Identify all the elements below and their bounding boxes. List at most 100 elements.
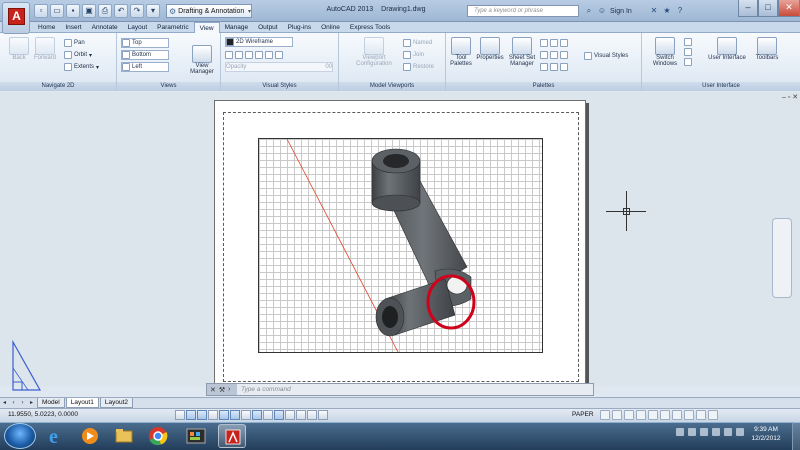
sign-in-button[interactable]: Sign In (610, 8, 646, 15)
save-as-icon[interactable]: ▣ (82, 4, 96, 18)
flag-icon[interactable] (688, 428, 696, 436)
markup-icon[interactable] (560, 39, 568, 47)
maximize-button[interactable]: □ (758, 0, 778, 17)
clean-screen-icon[interactable] (696, 410, 706, 420)
show-desktop-button[interactable] (792, 422, 800, 450)
layout-tab-model[interactable]: Model (37, 398, 65, 408)
otrack-toggle[interactable] (252, 410, 262, 420)
media-center-icon[interactable] (182, 424, 210, 448)
wrench-icon[interactable]: ⚒ (219, 386, 225, 394)
navigation-bar[interactable] (772, 218, 792, 298)
command-line[interactable]: ✕ ⚒ › Type a command (206, 383, 594, 396)
last-tab-icon[interactable]: ▸ (27, 399, 36, 408)
face-color-icon[interactable] (255, 51, 263, 59)
layout-tab-layout2[interactable]: Layout2 (99, 398, 133, 408)
internet-explorer-icon[interactable]: e (42, 424, 70, 448)
network-icon[interactable] (700, 428, 708, 436)
view-left[interactable]: Left (121, 62, 169, 72)
pan-button[interactable]: Pan (64, 38, 85, 48)
shadows-icon[interactable] (235, 51, 243, 59)
file-explorer-icon[interactable] (110, 424, 138, 448)
tab-view[interactable]: View (193, 22, 220, 33)
minimize-button[interactable]: – (738, 0, 758, 17)
quick-calc-icon[interactable] (550, 51, 558, 59)
ribbon-restore-icon[interactable]: – ▫ ✕ (782, 93, 798, 101)
advanced-render-icon[interactable] (550, 63, 558, 71)
search-input[interactable]: Type a keyword or phrase (467, 5, 579, 17)
show-hidden-icons-icon[interactable] (676, 428, 684, 436)
workspace-switching-icon[interactable] (648, 410, 658, 420)
command-line-icon[interactable] (540, 51, 548, 59)
first-tab-icon[interactable]: ◂ (0, 399, 9, 408)
hardware-acceleration-icon[interactable] (672, 410, 682, 420)
tile-vertical-icon[interactable] (684, 48, 692, 56)
system-clock[interactable]: 9:39 AM 12/2/2012 (742, 425, 790, 443)
tool-palettes-button[interactable]: Tool Palettes (448, 37, 474, 67)
tab-insert[interactable]: Insert (60, 22, 86, 33)
maximize-viewport-icon[interactable] (600, 410, 610, 420)
redo-icon[interactable]: ↷ (130, 4, 144, 18)
exchange-icon[interactable]: ✕ (649, 6, 659, 16)
lock-icon[interactable] (660, 410, 670, 420)
help-icon[interactable]: ? (675, 6, 685, 16)
dyn-toggle[interactable] (274, 410, 284, 420)
snap-toggle[interactable] (186, 410, 196, 420)
tab-parametric[interactable]: Parametric (152, 22, 193, 33)
edge-effects-icon[interactable] (245, 51, 253, 59)
view-manager-button[interactable]: View Manager (185, 45, 219, 75)
annotation-visibility-icon[interactable] (636, 410, 646, 420)
customize-qat-icon[interactable]: ▾ (146, 4, 160, 18)
user-interface-button[interactable]: User Interface (708, 37, 746, 61)
polar-toggle[interactable] (219, 410, 229, 420)
ortho-toggle[interactable] (208, 410, 218, 420)
annotation-scale-icon[interactable] (624, 410, 634, 420)
open-file-icon[interactable]: ▭ (50, 4, 64, 18)
restore-viewports-button[interactable]: Restore (403, 62, 434, 72)
switch-windows-button[interactable]: Switch Windows (648, 37, 682, 67)
status-menu-icon[interactable] (708, 410, 718, 420)
back-button[interactable]: Back (6, 37, 32, 61)
lineweight-toggle[interactable] (285, 410, 295, 420)
extents-button[interactable]: Extents ▾ (64, 62, 99, 72)
design-center-icon[interactable] (550, 39, 558, 47)
xray-icon[interactable] (225, 51, 233, 59)
toolbars-button[interactable]: Toolbars (752, 37, 782, 61)
star-icon[interactable]: ★ (662, 6, 672, 16)
properties-button[interactable]: Properties (474, 37, 506, 61)
materials-browser-icon[interactable] (560, 63, 568, 71)
tab-annotate[interactable]: Annotate (87, 22, 123, 33)
user-icon[interactable]: ☺ (597, 6, 607, 16)
visual-style-dropdown[interactable]: 2D Wireframe (225, 37, 293, 47)
plot-icon[interactable]: ⎙ (98, 4, 112, 18)
cascade-icon[interactable] (684, 58, 692, 66)
viewport-configuration-button[interactable]: Viewport Configuration (345, 37, 403, 67)
join-viewports-button[interactable]: Join (403, 50, 424, 60)
tab-manage[interactable]: Manage (220, 22, 254, 33)
layer-properties-icon[interactable] (540, 39, 548, 47)
coordinate-display[interactable]: 11.9550, 5.0223, 0.0000 (8, 411, 78, 418)
sphere-icon[interactable] (275, 51, 283, 59)
next-tab-icon[interactable]: › (18, 399, 27, 408)
sheet-set-manager-button[interactable]: Sheet Set Manager (506, 37, 538, 67)
paper-model-toggle[interactable]: PAPER (572, 411, 594, 418)
layout-icon[interactable] (612, 410, 622, 420)
osnap-toggle[interactable] (230, 410, 240, 420)
command-input[interactable]: Type a command (237, 386, 291, 393)
close-button[interactable]: ✕ (778, 0, 800, 17)
layout-tab-layout1[interactable]: Layout1 (65, 398, 99, 408)
quick-properties-toggle[interactable] (307, 410, 317, 420)
view-top[interactable]: Top (121, 38, 169, 48)
start-button[interactable] (4, 423, 36, 449)
media-player-icon[interactable] (76, 424, 104, 448)
isolate-objects-icon[interactable] (684, 410, 694, 420)
visual-styles-palette-button[interactable]: Visual Styles (584, 51, 628, 61)
tab-home[interactable]: Home (33, 22, 60, 33)
ducs-toggle[interactable] (263, 410, 273, 420)
named-viewports-button[interactable]: Named (403, 38, 432, 48)
3d-osnap-toggle[interactable] (241, 410, 251, 420)
workspace-dropdown[interactable]: ⚙ Drafting & Annotation ▾ (166, 4, 252, 18)
layout-viewport[interactable] (258, 138, 543, 353)
tab-plug-ins[interactable]: Plug-ins (283, 22, 316, 33)
material-icon[interactable] (265, 51, 273, 59)
opacity-slider[interactable]: Opacity 00 (225, 62, 333, 72)
